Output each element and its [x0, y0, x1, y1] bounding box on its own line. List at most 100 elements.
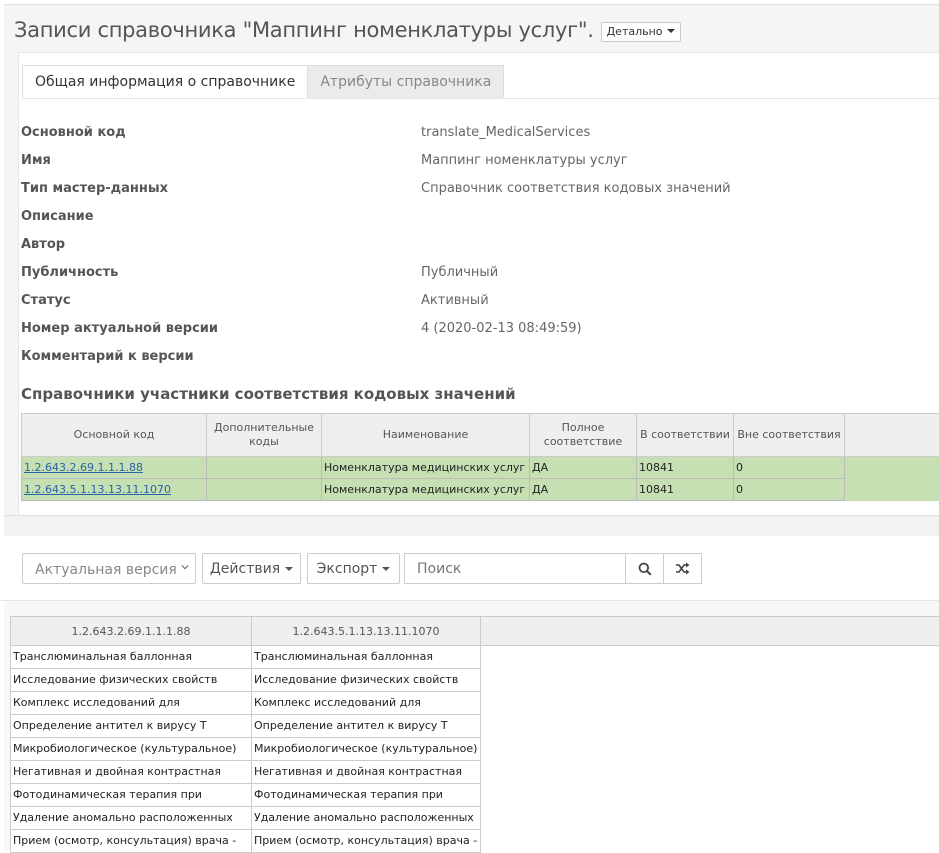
table-header-row: 1.2.643.2.69.1.1.1.88 1.2.643.5.1.13.13.…	[11, 617, 939, 646]
record-cell: Негативная и двойная контрастная	[252, 761, 481, 784]
record-cell: Комплекс исследований для	[252, 692, 481, 715]
property-label: Автор	[21, 237, 65, 252]
record-cell: Прием (осмотр, консультация) врача -	[252, 830, 481, 853]
property-label: Тип мастер-данных	[21, 181, 168, 196]
title-row: Записи справочника "Маппинг номенклатуры…	[14, 15, 681, 45]
table-header-row: Основной код Дополнительные коды Наимено…	[22, 414, 939, 457]
record-cell: Исследование физических свойств	[11, 669, 252, 692]
property-label: Основной код	[21, 125, 126, 140]
record-cell: Транслюминальная баллонная	[11, 646, 252, 669]
records-toolbar: Актуальная версия Действия Экспорт	[0, 536, 939, 601]
property-value: Справочник соответствия кодовых значений	[421, 181, 731, 196]
page-title: Записи справочника "Маппинг номенклатуры…	[14, 18, 594, 42]
row-filler	[845, 479, 939, 501]
in-cell: 10841	[637, 457, 734, 479]
property-label: Публичность	[21, 265, 118, 280]
export-label: Экспорт	[317, 561, 378, 577]
table-row: 1.2.643.2.69.1.1.1.88 Номенклатура медиц…	[22, 457, 939, 479]
column-header[interactable]: 1.2.643.2.69.1.1.1.88	[11, 617, 252, 646]
caret-down-icon	[667, 29, 675, 33]
detail-dropdown-button[interactable]: Детально	[601, 22, 681, 42]
search-button[interactable]	[625, 553, 664, 584]
participants-table: Основной код Дополнительные коды Наимено…	[21, 413, 939, 501]
table-row[interactable]: Исследование физических свойствИсследова…	[11, 669, 939, 692]
record-cell: Прием (осмотр, консультация) врача -	[11, 830, 252, 853]
records-grid: 1.2.643.2.69.1.1.1.88 1.2.643.5.1.13.13.…	[4, 601, 939, 851]
search-input[interactable]	[404, 553, 626, 584]
column-header[interactable]: Полное соответствие	[530, 414, 637, 457]
column-header[interactable]: Вне соответствия	[734, 414, 845, 457]
records-table: 1.2.643.2.69.1.1.1.88 1.2.643.5.1.13.13.…	[10, 616, 939, 853]
column-header[interactable]: Дополнительные коды	[207, 414, 322, 457]
header-filler	[481, 617, 939, 646]
version-select[interactable]: Актуальная версия	[22, 553, 196, 584]
record-cell: Комплекс исследований для	[11, 692, 252, 715]
property-label: Имя	[21, 153, 51, 168]
export-button[interactable]: Экспорт	[307, 553, 400, 584]
property-label: Статус	[21, 293, 71, 308]
top-panel: Записи справочника "Маппинг номенклатуры…	[4, 4, 939, 515]
full-cell: ДА	[530, 457, 637, 479]
property-value: 4 (2020-02-13 08:49:59)	[421, 321, 582, 336]
record-cell: Удаление аномально расположенных	[11, 807, 252, 830]
table-row[interactable]: Комплекс исследований дляКомплекс исслед…	[11, 692, 939, 715]
table-row: 1.2.643.5.1.13.13.11.1070 Номенклатура м…	[22, 479, 939, 501]
record-cell: Транслюминальная баллонная	[252, 646, 481, 669]
property-value: Публичный	[421, 265, 498, 280]
info-card: Общая информация о справочнике Атрибуты …	[18, 52, 939, 515]
name-cell: Номенклатура медицинских услуг	[322, 457, 530, 479]
table-row[interactable]: Прием (осмотр, консультация) врача -Прие…	[11, 830, 939, 853]
table-row[interactable]: Негативная и двойная контрастнаяНегативн…	[11, 761, 939, 784]
in-cell: 10841	[637, 479, 734, 501]
property-label: Номер актуальной версии	[21, 321, 218, 336]
property-label: Описание	[21, 209, 94, 224]
record-cell: Исследование физических свойств	[252, 669, 481, 692]
property-value: Маппинг номенклатуры услуг	[421, 153, 628, 168]
record-cell: Фотодинамическая терапия при	[11, 784, 252, 807]
search-icon	[638, 562, 652, 576]
chevron-down-icon	[181, 563, 189, 571]
header-filler	[845, 414, 939, 457]
column-header[interactable]: В соответствии	[637, 414, 734, 457]
table-row[interactable]: Транслюминальная баллоннаяТранслюминальн…	[11, 646, 939, 669]
record-cell: Удаление аномально расположенных	[252, 807, 481, 830]
extra-cell	[207, 457, 322, 479]
tab-attributes[interactable]: Атрибуты справочника	[307, 65, 504, 99]
caret-down-icon	[285, 567, 293, 571]
column-header[interactable]: Наименование	[322, 414, 530, 457]
section-separator	[4, 515, 939, 536]
detail-label: Детально	[607, 25, 663, 38]
actions-label: Действия	[210, 561, 280, 577]
record-cell: Фотодинамическая терапия при	[252, 784, 481, 807]
table-row[interactable]: Определение антител к вирусу ТОпределени…	[11, 715, 939, 738]
row-filler	[845, 457, 939, 479]
out-cell: 0	[734, 457, 845, 479]
record-cell: Негативная и двойная контрастная	[11, 761, 252, 784]
shuffle-button[interactable]	[663, 553, 702, 584]
shuffle-icon	[675, 562, 690, 575]
full-cell: ДА	[530, 479, 637, 501]
table-row[interactable]: Микробиологическое (культуральное)Микроб…	[11, 738, 939, 761]
tabs: Общая информация о справочнике Атрибуты …	[22, 65, 504, 99]
column-header[interactable]: 1.2.643.5.1.13.13.11.1070	[252, 617, 481, 646]
code-link[interactable]: 1.2.643.5.1.13.13.11.1070	[24, 483, 171, 496]
record-cell: Определение антител к вирусу Т	[252, 715, 481, 738]
code-cell[interactable]: 1.2.643.5.1.13.13.11.1070	[22, 479, 207, 501]
code-cell[interactable]: 1.2.643.2.69.1.1.1.88	[22, 457, 207, 479]
name-cell: Номенклатура медицинских услуг	[322, 479, 530, 501]
record-cell: Определение антител к вирусу Т	[11, 715, 252, 738]
tab-divider	[22, 98, 939, 99]
column-header[interactable]: Основной код	[22, 414, 207, 457]
actions-button[interactable]: Действия	[202, 553, 301, 584]
code-link[interactable]: 1.2.643.2.69.1.1.1.88	[24, 461, 143, 474]
property-value: translate_MedicalServices	[421, 125, 590, 140]
participants-title: Справочники участники соответствия кодов…	[21, 385, 516, 403]
record-cell: Микробиологическое (культуральное)	[252, 738, 481, 761]
tab-general-info[interactable]: Общая информация о справочнике	[22, 65, 307, 99]
version-select-value: Актуальная версия	[35, 562, 177, 578]
table-row[interactable]: Фотодинамическая терапия приФотодинамиче…	[11, 784, 939, 807]
caret-down-icon	[382, 567, 390, 571]
extra-cell	[207, 479, 322, 501]
property-value: Активный	[421, 293, 489, 308]
table-row[interactable]: Удаление аномально расположенныхУдаление…	[11, 807, 939, 830]
